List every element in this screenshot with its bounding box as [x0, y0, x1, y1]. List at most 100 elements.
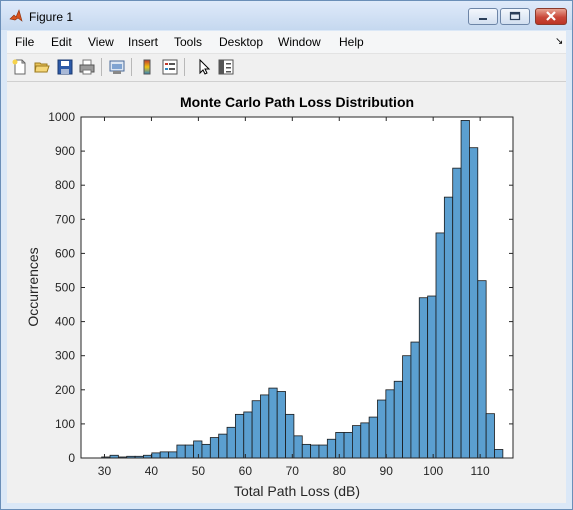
histogram-bar [260, 394, 270, 459]
histogram-bar [326, 438, 337, 459]
x-axis-label: Total Path Loss (dB) [234, 483, 360, 499]
histogram-bar [168, 451, 178, 459]
histogram-bar [418, 297, 429, 459]
histogram-bar [443, 196, 454, 459]
open-file-icon[interactable] [33, 58, 51, 76]
histogram-bar [393, 380, 403, 459]
minimize-button[interactable] [468, 8, 498, 25]
histogram-bar [435, 232, 445, 459]
histogram-bar [402, 355, 412, 459]
window-title: Figure 1 [29, 10, 74, 24]
histogram-bar [352, 425, 362, 459]
menu-view[interactable]: View [88, 35, 114, 49]
y-tick-label: 0 [68, 451, 75, 465]
x-tick-label: 100 [423, 464, 443, 478]
x-tick-label: 80 [333, 464, 347, 478]
histogram-bar [318, 444, 328, 459]
x-tick-label: 40 [145, 464, 159, 478]
y-tick-label: 400 [55, 315, 75, 329]
histogram-bar [184, 444, 195, 459]
legend-icon[interactable] [161, 58, 179, 76]
x-tick-label: 110 [471, 464, 490, 478]
histogram-bar [469, 147, 479, 459]
histogram-bar [159, 451, 169, 459]
toolbar-separator [184, 58, 185, 76]
histogram-bar [368, 416, 378, 459]
histogram-bar [276, 391, 286, 459]
y-tick-label: 1000 [48, 110, 75, 124]
histogram-bar [310, 444, 320, 459]
histogram-bar [285, 413, 295, 459]
y-tick-label: 700 [55, 212, 75, 226]
histogram-bar [201, 443, 211, 459]
y-tick-label: 900 [55, 144, 75, 158]
histogram-bar [209, 437, 220, 459]
figure-window: Figure 1 File Edit View Insert Tools Des… [0, 0, 573, 510]
title-bar[interactable]: Figure 1 [1, 1, 572, 30]
histogram-bar [301, 443, 312, 459]
histogram-bar [218, 433, 228, 459]
x-tick-label: 70 [286, 464, 300, 478]
menu-help[interactable]: Help [339, 35, 364, 49]
histogram-bar [268, 387, 278, 459]
dock-arrow-icon[interactable]: ↘ [555, 36, 563, 47]
x-tick-label: 30 [98, 464, 112, 478]
maximize-button[interactable] [500, 8, 530, 25]
histogram-bar [360, 422, 370, 459]
histogram-bar [494, 449, 504, 459]
histogram-bar [452, 167, 462, 459]
close-button[interactable] [535, 8, 567, 25]
menu-bar: File Edit View Insert Tools Desktop Wind… [7, 31, 566, 54]
chart-title: Monte Carlo Path Loss Distribution [180, 94, 414, 110]
property-editor-icon[interactable] [217, 58, 235, 76]
menu-tools[interactable]: Tools [174, 35, 202, 49]
histogram-bar [151, 452, 161, 459]
save-icon[interactable] [56, 58, 74, 76]
histogram-bar [410, 341, 420, 459]
print-icon[interactable] [78, 58, 96, 76]
histogram-axes[interactable]: 30 40 50 60 70 80 90 100 110 0 100 200 300 400 500 600 7… [7, 82, 566, 503]
histogram-bar [335, 432, 345, 459]
histogram-bar [377, 399, 387, 459]
histogram-bar [234, 413, 245, 459]
select-arrow-icon[interactable] [195, 58, 213, 76]
histogram-bar [251, 400, 261, 459]
histogram-bar [477, 280, 487, 459]
menu-desktop[interactable]: Desktop [219, 35, 263, 49]
x-tick-label: 50 [192, 464, 206, 478]
y-tick-label: 500 [55, 281, 75, 295]
menu-edit[interactable]: Edit [51, 35, 72, 49]
figure-client-area: File Edit View Insert Tools Desktop Wind… [7, 31, 566, 503]
histogram-bar [385, 389, 395, 459]
toolbar-separator [131, 58, 132, 76]
new-figure-icon[interactable] [11, 58, 29, 76]
close-icon [546, 11, 556, 21]
minimize-icon [479, 18, 487, 20]
histogram-bar [460, 120, 470, 459]
menu-file[interactable]: File [15, 35, 34, 49]
histogram-bar [226, 426, 236, 459]
y-tick-label: 300 [55, 349, 75, 363]
x-tick-label: 60 [239, 464, 253, 478]
histogram-bar [343, 432, 353, 459]
x-tick-label: 90 [380, 464, 394, 478]
y-tick-label: 800 [55, 178, 75, 192]
y-tick-label: 100 [55, 417, 75, 431]
figure-canvas: 30 40 50 60 70 80 90 100 110 0 100 200 300 400 500 600 7… [7, 82, 566, 503]
y-axis-label: Occurrences [25, 247, 41, 326]
y-tick-label: 600 [55, 246, 75, 260]
histogram-bar [427, 295, 437, 459]
menu-window[interactable]: Window [278, 35, 321, 49]
maximize-icon [509, 11, 521, 21]
matlab-logo-icon [9, 9, 23, 22]
histogram-bar [485, 413, 495, 459]
histogram-bar [176, 444, 186, 459]
toolbar-separator [101, 58, 102, 76]
menu-insert[interactable]: Insert [128, 35, 158, 49]
colorbar-icon[interactable] [138, 58, 156, 76]
histogram-bar [293, 435, 303, 459]
figure-toolbar [7, 54, 566, 82]
print-preview-icon[interactable] [108, 58, 126, 76]
histogram-bar [193, 440, 203, 459]
histogram-bar [243, 411, 253, 459]
